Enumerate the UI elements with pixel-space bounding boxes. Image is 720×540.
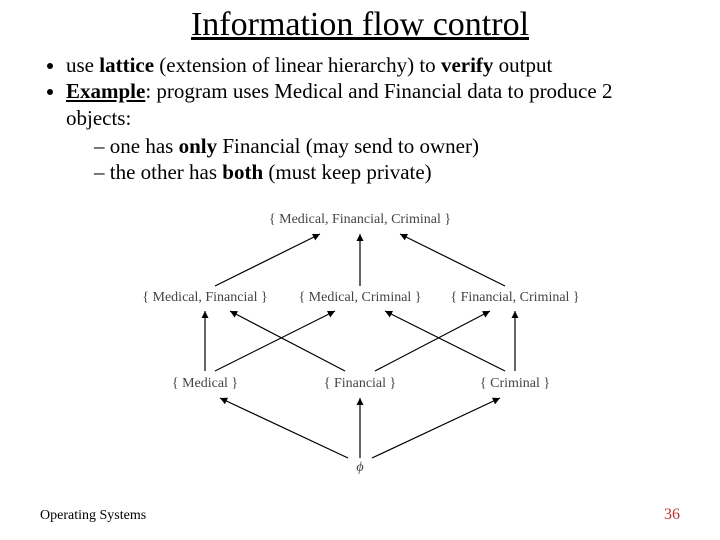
bullet-2a-text-b: Financial (may send to owner) xyxy=(217,134,479,158)
bullet-1-text-c: output xyxy=(493,53,552,77)
bullet-1: use lattice (extension of linear hierarc… xyxy=(66,52,682,78)
lattice-node-low-center: { Financial } xyxy=(310,376,410,392)
bullet-2a-bold-only: only xyxy=(179,134,218,158)
bullet-2b-text-a: the other has xyxy=(110,160,223,184)
lattice-node-mid-center: { Medical, Criminal } xyxy=(285,290,435,306)
bullet-2-text: : program uses Medical and Financial dat… xyxy=(66,79,612,129)
bullet-1-bold-lattice: lattice xyxy=(99,53,154,77)
lattice-node-mid-left: { Medical, Financial } xyxy=(130,290,280,306)
bullet-1-bold-verify: verify xyxy=(441,53,493,77)
bullet-1-text-a: use xyxy=(66,53,99,77)
lattice-node-low-left: { Medical } xyxy=(155,376,255,392)
lattice-arrows xyxy=(120,208,600,498)
lattice-node-low-right: { Criminal } xyxy=(465,376,565,392)
lattice-node-top: { Medical, Financial, Criminal } xyxy=(260,212,460,228)
lattice-node-mid-right: { Financial, Criminal } xyxy=(440,290,590,306)
slide: Information flow control use lattice (ex… xyxy=(0,0,720,540)
bullet-2a-text-a: one has xyxy=(110,134,179,158)
bullet-2a: one has only Financial (may send to owne… xyxy=(94,133,682,159)
slide-title: Information flow control xyxy=(0,0,720,44)
bullet-2: Example: program uses Medical and Financ… xyxy=(66,78,682,185)
bullet-2b-text-b: (must keep private) xyxy=(263,160,432,184)
footer-page-number: 36 xyxy=(664,506,680,524)
bullet-2-bold-example: Example xyxy=(66,79,145,103)
bullet-2b-bold-both: both xyxy=(222,160,263,184)
lattice-diagram: { Medical, Financial, Criminal } { Medic… xyxy=(120,208,600,498)
bullet-2b: the other has both (must keep private) xyxy=(94,159,682,185)
bullet-list: use lattice (extension of linear hierarc… xyxy=(38,52,682,185)
bullet-1-text-b: (extension of linear hierarchy) to xyxy=(154,53,441,77)
footer-left: Operating Systems xyxy=(40,508,146,524)
lattice-node-bottom: ϕ xyxy=(345,460,375,476)
